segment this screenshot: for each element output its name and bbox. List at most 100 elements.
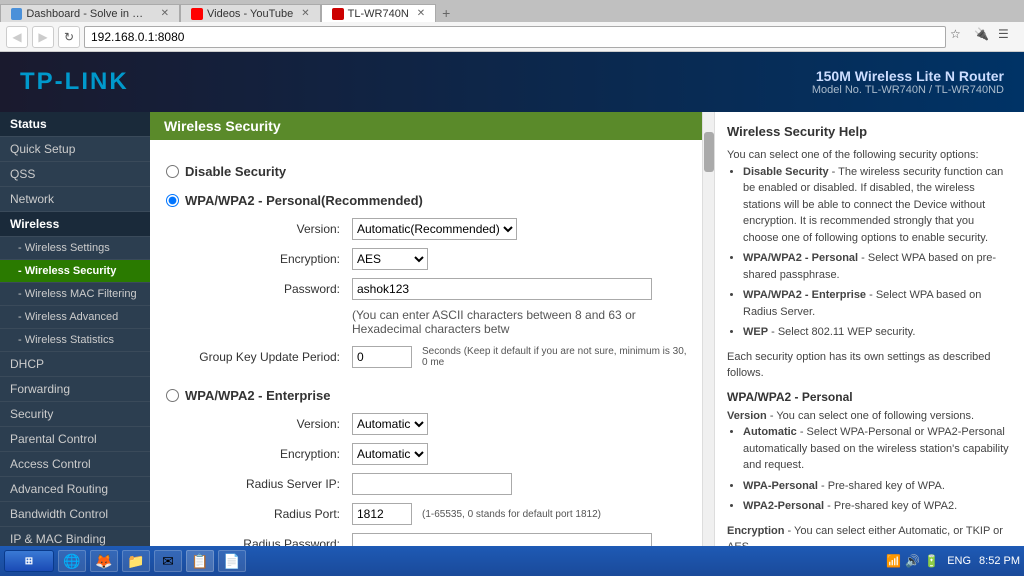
sidebar-item-wireless-mac[interactable]: - Wireless MAC Filtering [0, 283, 150, 306]
tab-dashboard[interactable]: Dashboard - Solve in Wei... ✕ [0, 4, 180, 22]
forward-button[interactable]: ▶ [32, 26, 54, 48]
radius-pass-input[interactable] [352, 533, 652, 546]
tab-close-dashboard[interactable]: ✕ [161, 8, 169, 19]
help-option-disable: Disable Security - The wireless security… [743, 164, 1012, 247]
browser-chrome: Dashboard - Solve in Wei... ✕ Videos - Y… [0, 0, 1024, 52]
sidebar-item-bandwidth[interactable]: Bandwidth Control [0, 502, 150, 527]
version-label: Version: [186, 214, 346, 244]
content-wrapper: Wireless Security Disable Security WPA/W… [150, 112, 1024, 546]
sidebar-item-qss[interactable]: QSS [0, 162, 150, 187]
version-row: Version: Automatic(Recommended) WPA-Pers… [186, 214, 702, 244]
encryption-cell: AES TKIP Automatic [346, 244, 702, 274]
sidebar-item-forwarding[interactable]: Forwarding [0, 377, 150, 402]
sidebar-item-routing[interactable]: Advanced Routing [0, 477, 150, 502]
sidebar-item-network[interactable]: Network [0, 187, 150, 212]
sidebar-item-status[interactable]: Status [0, 112, 150, 137]
tp-link-logo: TP-LINK [20, 68, 129, 96]
sidebar-item-ip-mac[interactable]: IP & MAC Binding [0, 527, 150, 546]
extensions-icon[interactable]: 🔌 [974, 27, 994, 47]
radius-port-label: Radius Port: [186, 499, 346, 529]
taskbar-app-firefox[interactable]: 🦊 [90, 550, 118, 572]
sidebar-item-wireless-stats[interactable]: - Wireless Statistics [0, 329, 150, 352]
help-encryption-section: Encryption - You can select either Autom… [727, 523, 1012, 547]
language-indicator: ENG [947, 555, 971, 567]
ent-version-select[interactable]: Automatic [352, 413, 428, 435]
scrollbar[interactable] [702, 112, 714, 546]
taskbar-app-folder[interactable]: 📁 [122, 550, 150, 572]
battery-tray-icon: 🔋 [924, 554, 939, 568]
tab-favicon-dashboard [11, 8, 22, 20]
sidebar-item-dhcp[interactable]: DHCP [0, 352, 150, 377]
ent-encryption-row: Encryption: Automatic [186, 439, 702, 469]
wpa-enterprise-form: Version: Automatic Encryption: [186, 409, 702, 546]
tab-close-youtube[interactable]: ✕ [301, 8, 309, 19]
taskbar-app-calc[interactable]: 📋 [186, 550, 214, 572]
bookmark-icon[interactable]: ☆ [950, 27, 970, 47]
group-key-label: Group Key Update Period: [186, 340, 346, 374]
radius-ip-label: Radius Server IP: [186, 469, 346, 499]
sidebar-item-parental[interactable]: Parental Control [0, 427, 150, 452]
wpa-enterprise-radio[interactable] [166, 389, 179, 402]
help-title: Wireless Security Help [727, 124, 1012, 139]
group-key-hint: Seconds (Keep it default if you are not … [416, 344, 700, 370]
radius-port-hint: (1-65535, 0 stands for default port 1812… [416, 507, 607, 522]
password-row: Password: [186, 274, 702, 304]
radius-port-input[interactable] [352, 503, 412, 525]
help-option-wpa-personal: WPA/WPA2 - Personal - Select WPA based o… [743, 250, 1012, 283]
disable-security-radio[interactable] [166, 165, 179, 178]
radius-ip-input[interactable] [352, 473, 512, 495]
sidebar: Status Quick Setup QSS Network Wireless … [0, 112, 150, 546]
tp-logo-text: TP-LINK [20, 68, 129, 95]
wpa-personal-option: WPA/WPA2 - Personal(Recommended) Version… [166, 193, 686, 374]
ent-encryption-select[interactable]: Automatic [352, 443, 428, 465]
taskbar-left: ⊞ 🌐 🦊 📁 ✉ 📋 📄 [4, 550, 246, 572]
help-options-list: Disable Security - The wireless security… [743, 164, 1012, 341]
sidebar-item-access[interactable]: Access Control [0, 452, 150, 477]
help-encryption-title: Encryption [727, 525, 784, 537]
password-input[interactable] [352, 278, 652, 300]
encryption-label: Encryption: [186, 244, 346, 274]
wpa-personal-radio[interactable] [166, 194, 179, 207]
help-option-wep: WEP - Select 802.11 WEP security. [743, 324, 1012, 341]
tab-close-tplink[interactable]: ✕ [417, 8, 425, 19]
wpa-enterprise-label[interactable]: WPA/WPA2 - Enterprise [166, 388, 686, 403]
taskbar-app-mail[interactable]: ✉ [154, 550, 182, 572]
group-key-row: Group Key Update Period: Seconds (Keep i… [186, 340, 702, 374]
main-layout: Status Quick Setup QSS Network Wireless … [0, 112, 1024, 546]
encryption-select[interactable]: AES TKIP Automatic [352, 248, 428, 270]
new-tab-button[interactable]: + [436, 4, 456, 22]
menu-icon[interactable]: ☰ [998, 27, 1018, 47]
help-version-wpa: WPA-Personal - Pre-shared key of WPA. [743, 478, 1012, 495]
tp-model-info: 150M Wireless Lite N Router Model No. TL… [812, 68, 1004, 96]
sidebar-item-wireless[interactable]: Wireless [0, 212, 150, 237]
nav-icons: ☆ 🔌 ☰ [950, 27, 1018, 47]
version-select[interactable]: Automatic(Recommended) WPA-Personal WPA2… [352, 218, 517, 240]
group-key-input[interactable] [352, 346, 412, 368]
sidebar-item-quick-setup[interactable]: Quick Setup [0, 137, 150, 162]
help-version-list: Automatic - Select WPA-Personal or WPA2-… [743, 424, 1012, 515]
wpa-enterprise-option: WPA/WPA2 - Enterprise Version: Automatic [166, 388, 686, 546]
tab-youtube[interactable]: Videos - YouTube ✕ [180, 4, 321, 22]
tab-label-dashboard: Dashboard - Solve in Wei... [26, 8, 152, 20]
start-button[interactable]: ⊞ [4, 550, 54, 572]
wpa-personal-label[interactable]: WPA/WPA2 - Personal(Recommended) [166, 193, 686, 208]
taskbar: ⊞ 🌐 🦊 📁 ✉ 📋 📄 📶 🔊 🔋 ENG 8:52 PM [0, 546, 1024, 576]
group-key-cell: Seconds (Keep it default if you are not … [346, 340, 702, 374]
tab-tplink[interactable]: TL-WR740N ✕ [321, 4, 437, 22]
address-bar[interactable] [84, 26, 946, 48]
sidebar-item-wireless-security[interactable]: - Wireless Security [0, 260, 150, 283]
sidebar-item-security[interactable]: Security [0, 402, 150, 427]
taskbar-app-ie[interactable]: 🌐 [58, 550, 86, 572]
sidebar-item-wireless-settings[interactable]: - Wireless Settings [0, 237, 150, 260]
taskbar-app-docs[interactable]: 📄 [218, 550, 246, 572]
sidebar-item-wireless-advanced[interactable]: - Wireless Advanced [0, 306, 150, 329]
back-button[interactable]: ◀ [6, 26, 28, 48]
reload-button[interactable]: ↻ [58, 26, 80, 48]
tp-link-header: TP-LINK 150M Wireless Lite N Router Mode… [0, 52, 1024, 112]
sys-tray: 📶 🔊 🔋 [886, 554, 939, 568]
ent-version-row: Version: Automatic [186, 409, 702, 439]
help-version-desc: - You can select one of following versio… [770, 410, 974, 422]
scrollbar-thumb[interactable] [704, 132, 714, 172]
help-wpa-personal-title: WPA/WPA2 - Personal [727, 390, 1012, 404]
disable-security-label[interactable]: Disable Security [166, 164, 686, 179]
